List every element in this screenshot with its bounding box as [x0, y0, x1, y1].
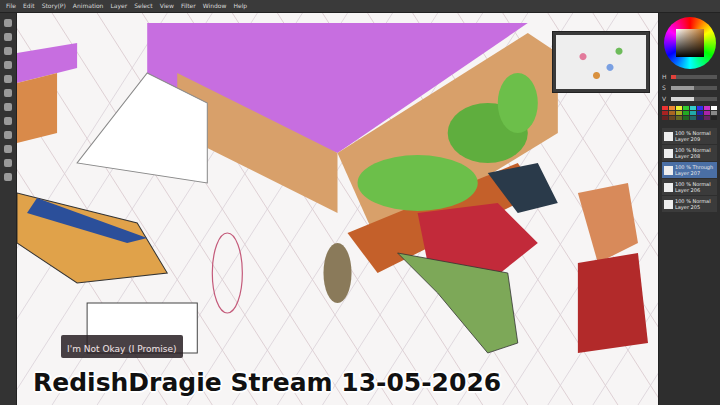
color-swatch[interactable] [676, 116, 682, 120]
layer-mode: 100 % Normal [675, 181, 711, 187]
color-swatch[interactable] [676, 111, 682, 115]
menu-item[interactable]: Window [203, 3, 227, 9]
layer-mode: 100 % Normal [675, 130, 711, 136]
menu-item[interactable]: Layer [110, 3, 127, 9]
tool-icon[interactable] [4, 33, 12, 41]
layer-mode: 100 % Normal [675, 198, 711, 204]
layer-mode: 100 % Through [675, 164, 713, 170]
slider-fill [671, 97, 694, 101]
layer-row[interactable]: 100 % ThroughLayer 207 [662, 162, 717, 178]
workspace: I'm Not Okay (I Promise) RedishDragie Str… [0, 13, 720, 405]
menu-item[interactable]: Select [134, 3, 153, 9]
color-swatch[interactable] [704, 106, 710, 110]
layer-name: Layer 208 [675, 153, 711, 159]
layer-info: 100 % ThroughLayer 207 [675, 164, 713, 176]
menu-item[interactable]: View [160, 3, 174, 9]
layer-name: Layer 205 [675, 204, 711, 210]
layer-info: 100 % NormalLayer 205 [675, 198, 711, 210]
right-panel: HSV100 % NormalLayer 209100 % NormalLaye… [658, 13, 720, 405]
color-swatch[interactable] [662, 116, 668, 120]
slider-track[interactable] [671, 97, 717, 101]
color-swatch[interactable] [683, 111, 689, 115]
navigator-preview[interactable] [556, 35, 646, 89]
layer-info: 100 % NormalLayer 209 [675, 130, 711, 142]
slider-label: H [662, 73, 668, 80]
color-swatch[interactable] [704, 111, 710, 115]
tool-icon[interactable] [4, 61, 12, 69]
color-swatch[interactable] [697, 116, 703, 120]
menu-item[interactable]: File [6, 3, 16, 9]
color-wheel[interactable] [664, 17, 716, 69]
tool-icon[interactable] [4, 47, 12, 55]
layer-thumbnail [664, 166, 673, 175]
tool-bar [0, 13, 17, 405]
menu-item[interactable]: Filter [181, 3, 196, 9]
layer-thumbnail [664, 149, 673, 158]
color-swatch[interactable] [711, 106, 717, 110]
tool-icon[interactable] [4, 159, 12, 167]
color-square[interactable] [676, 29, 704, 57]
tool-icon[interactable] [4, 117, 12, 125]
tool-icon[interactable] [4, 89, 12, 97]
layer-thumbnail [664, 132, 673, 141]
canvas: I'm Not Okay (I Promise) RedishDragie Str… [17, 13, 658, 405]
menu-item[interactable]: Animation [73, 3, 104, 9]
color-swatch[interactable] [690, 106, 696, 110]
tool-icon[interactable] [4, 19, 12, 27]
tool-icon[interactable] [4, 145, 12, 153]
color-swatch[interactable] [683, 106, 689, 110]
slider-track[interactable] [671, 86, 717, 90]
color-swatch[interactable] [669, 106, 675, 110]
color-swatch[interactable] [683, 116, 689, 120]
slider-label: S [662, 84, 668, 91]
color-swatch[interactable] [704, 116, 710, 120]
slider-label: V [662, 95, 668, 102]
tool-icon[interactable] [4, 75, 12, 83]
color-swatch[interactable] [676, 106, 682, 110]
color-swatch[interactable] [662, 106, 668, 110]
menu-item[interactable]: Edit [23, 3, 35, 9]
layer-mode: 100 % Normal [675, 147, 711, 153]
color-swatch[interactable] [697, 111, 703, 115]
color-swatch[interactable] [697, 106, 703, 110]
color-swatch[interactable] [690, 111, 696, 115]
song-title: I'm Not Okay (I Promise) [67, 344, 177, 354]
navigator-panel [552, 31, 650, 93]
layer-name: Layer 209 [675, 136, 711, 142]
color-slider[interactable]: V [662, 95, 717, 102]
tool-icon[interactable] [4, 131, 12, 139]
menu-item[interactable]: Help [233, 3, 247, 9]
slider-fill [671, 86, 694, 90]
app-window: File Edit Story(P) Animation Layer Select View… [0, 0, 720, 405]
menu-item[interactable]: Story(P) [42, 3, 66, 9]
color-swatch[interactable] [690, 116, 696, 120]
color-swatch[interactable] [711, 116, 717, 120]
menu-bar: File Edit Story(P) Animation Layer Select View… [0, 0, 720, 13]
color-set [662, 106, 717, 120]
color-swatch[interactable] [662, 111, 668, 115]
color-slider[interactable]: S [662, 84, 717, 91]
layer-thumbnail [664, 200, 673, 209]
layer-row[interactable]: 100 % NormalLayer 206 [662, 179, 717, 195]
layer-info: 100 % NormalLayer 208 [675, 147, 711, 159]
layer-name: Layer 206 [675, 187, 711, 193]
layer-info: 100 % NormalLayer 206 [675, 181, 711, 193]
color-swatch[interactable] [669, 111, 675, 115]
tool-icon[interactable] [4, 103, 12, 111]
slider-track[interactable] [671, 75, 717, 79]
now-playing: I'm Not Okay (I Promise) [61, 335, 183, 358]
layer-name: Layer 207 [675, 170, 713, 176]
color-slider[interactable]: H [662, 73, 717, 80]
layer-row[interactable]: 100 % NormalLayer 209 [662, 128, 717, 144]
slider-fill [671, 75, 676, 79]
tool-icon[interactable] [4, 173, 12, 181]
layer-thumbnail [664, 183, 673, 192]
stream-title: RedishDragie Stream 13-05-2026 [33, 368, 501, 397]
layer-row[interactable]: 100 % NormalLayer 208 [662, 145, 717, 161]
layer-list: 100 % NormalLayer 209100 % NormalLayer 2… [662, 128, 717, 212]
layer-row[interactable]: 100 % NormalLayer 205 [662, 196, 717, 212]
color-swatch[interactable] [669, 116, 675, 120]
color-swatch[interactable] [711, 111, 717, 115]
